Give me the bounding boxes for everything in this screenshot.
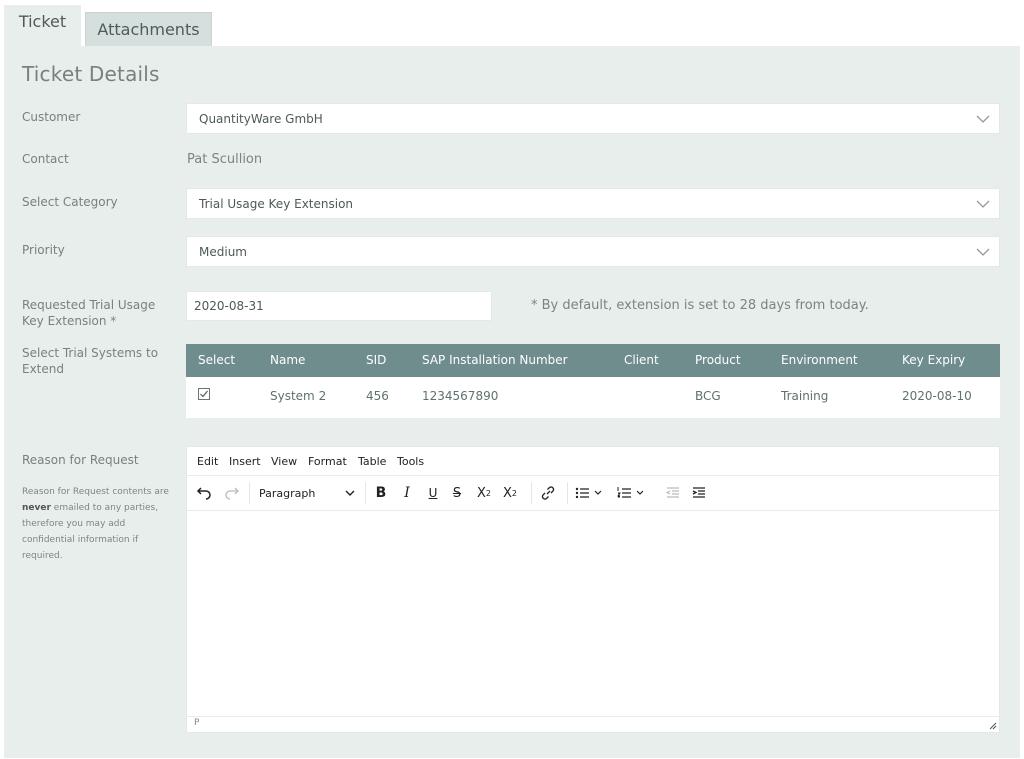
outdent-icon[interactable] bbox=[665, 483, 681, 503]
tab-bar: Ticket Attachments bbox=[4, 0, 1020, 46]
reason-note: Reason for Request contents are never em… bbox=[22, 484, 174, 564]
contact-value: Pat Scullion bbox=[187, 152, 263, 167]
contact-label: Contact bbox=[22, 152, 69, 166]
customer-value: QuantityWare GmbH bbox=[199, 111, 323, 126]
menu-format[interactable]: Format bbox=[308, 455, 347, 468]
menu-insert[interactable]: Insert bbox=[229, 455, 261, 468]
column-header-client: Client bbox=[624, 353, 659, 367]
customer-label: Customer bbox=[22, 110, 81, 124]
indent-icon[interactable] bbox=[691, 483, 707, 503]
column-header-key-expiry: Key Expiry bbox=[902, 353, 966, 367]
chevron-down-icon bbox=[345, 490, 355, 496]
priority-label: Priority bbox=[22, 243, 65, 257]
menu-tools[interactable]: Tools bbox=[397, 455, 424, 468]
cell-key-expiry: 2020-08-10 bbox=[902, 389, 972, 403]
reason-label: Reason for Request bbox=[22, 453, 139, 467]
column-header-sap-installation: SAP Installation Number bbox=[422, 353, 568, 367]
block-format-select[interactable]: Paragraph bbox=[255, 483, 359, 503]
resize-handle-icon[interactable] bbox=[989, 722, 997, 730]
chevron-down-icon bbox=[976, 115, 990, 123]
extension-hint: * By default, extension is set to 28 day… bbox=[531, 298, 869, 313]
table-row[interactable]: System 2 456 1234567890 BCG Training 202… bbox=[186, 377, 1000, 418]
column-header-product: Product bbox=[695, 353, 741, 367]
priority-value: Medium bbox=[199, 244, 247, 259]
column-header-name: Name bbox=[270, 353, 306, 367]
bullet-list-icon[interactable] bbox=[575, 483, 605, 503]
strikethrough-icon[interactable]: S bbox=[449, 483, 465, 503]
menu-edit[interactable]: Edit bbox=[197, 455, 218, 468]
editor-menubar: Edit Insert View Format Table Tools bbox=[187, 447, 999, 476]
customer-select[interactable]: QuantityWare GmbH bbox=[186, 103, 1000, 134]
cell-product: BCG bbox=[695, 389, 721, 403]
rich-text-editor[interactable]: Edit Insert View Format Table Tools Para… bbox=[186, 446, 1000, 733]
column-header-environment: Environment bbox=[781, 353, 858, 367]
cell-environment: Training bbox=[781, 389, 829, 403]
requested-extension-label: Requested Trial Usage Key Extension * bbox=[22, 298, 156, 328]
priority-select[interactable]: Medium bbox=[186, 236, 1000, 267]
subscript-icon[interactable]: X2 bbox=[500, 483, 520, 503]
redo-icon[interactable] bbox=[223, 483, 241, 503]
category-label: Select Category bbox=[22, 195, 118, 209]
chevron-down-icon bbox=[976, 248, 990, 256]
tab-ticket[interactable]: Ticket bbox=[4, 5, 81, 46]
ticket-panel: Ticket Details Customer QuantityWare Gmb… bbox=[4, 46, 1020, 758]
reason-note-prefix: Reason for Request contents are bbox=[22, 487, 169, 497]
trial-systems-label: Select Trial Systems to Extend bbox=[22, 346, 159, 376]
menu-view[interactable]: View bbox=[271, 455, 297, 468]
cell-sid: 456 bbox=[366, 389, 389, 403]
trial-systems-table: Select Name SID SAP Installation Number … bbox=[186, 344, 1000, 418]
italic-icon[interactable]: I bbox=[399, 483, 415, 503]
column-header-select: Select bbox=[198, 353, 236, 367]
editor-statusbar: P bbox=[187, 716, 999, 732]
superscript-icon[interactable]: X2 bbox=[474, 483, 494, 503]
cell-name: System 2 bbox=[270, 389, 327, 403]
link-icon[interactable] bbox=[539, 483, 557, 503]
menu-table[interactable]: Table bbox=[358, 455, 386, 468]
chevron-down-icon bbox=[976, 200, 990, 208]
table-header: Select Name SID SAP Installation Number … bbox=[186, 344, 1000, 377]
category-value: Trial Usage Key Extension bbox=[199, 196, 354, 211]
undo-icon[interactable] bbox=[195, 483, 213, 503]
page-title: Ticket Details bbox=[22, 62, 160, 86]
tab-attachments[interactable]: Attachments bbox=[85, 12, 212, 46]
element-path[interactable]: P bbox=[194, 718, 199, 728]
requested-extension-date-input[interactable]: 2020-08-31 bbox=[186, 291, 492, 321]
block-format-value: Paragraph bbox=[259, 486, 316, 500]
reason-note-bold: never bbox=[22, 503, 51, 513]
select-checkbox[interactable] bbox=[198, 388, 210, 400]
editor-toolbar: Paragraph B I U S X2 X2 bbox=[187, 476, 999, 511]
bold-icon[interactable]: B bbox=[373, 483, 389, 503]
category-select[interactable]: Trial Usage Key Extension bbox=[186, 188, 1000, 219]
underline-icon[interactable]: U bbox=[425, 483, 441, 503]
column-header-sid: SID bbox=[366, 353, 387, 367]
numbered-list-icon[interactable] bbox=[617, 483, 647, 503]
cell-sap-installation: 1234567890 bbox=[422, 389, 499, 403]
